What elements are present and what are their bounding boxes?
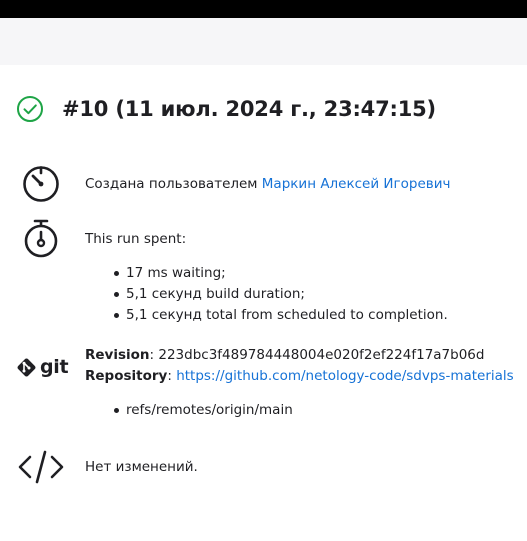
list-item: refs/remotes/origin/main bbox=[112, 400, 293, 421]
timer-icon bbox=[23, 166, 59, 202]
timing-list: 17 ms waiting; 5,1 секунд build duration… bbox=[112, 263, 448, 326]
build-heading: #10 (11 июл. 2024 г., 23:47:15) bbox=[16, 92, 436, 126]
user-link[interactable]: Маркин Алексей Игоревич bbox=[262, 176, 451, 192]
code-icon bbox=[18, 450, 64, 484]
check-circle-icon bbox=[17, 96, 43, 122]
breadcrumb-bar bbox=[0, 18, 527, 65]
branch-list: refs/remotes/origin/main bbox=[112, 400, 293, 421]
git-logo: git bbox=[16, 356, 69, 378]
top-bar bbox=[0, 0, 527, 18]
repository-line: Repository: https://github.com/netology-… bbox=[85, 366, 514, 386]
changes-text: Нет изменений. bbox=[85, 459, 198, 475]
timing-summary: This run spent: bbox=[85, 231, 187, 247]
repository-link[interactable]: https://github.com/netology-code/sdvps-m… bbox=[176, 368, 514, 384]
list-item: 5,1 секунд total from scheduled to compl… bbox=[112, 305, 448, 326]
revision-value: : 223dbc3f489784448004e020f2ef224f17a7b0… bbox=[149, 347, 485, 363]
page-title: #10 (11 июл. 2024 г., 23:47:15) bbox=[62, 97, 436, 121]
list-item: 17 ms waiting; bbox=[112, 263, 448, 284]
started-by-text: Создана пользователем Маркин Алексей Иго… bbox=[85, 174, 450, 194]
stopwatch-icon bbox=[24, 219, 58, 258]
repository-separator: : bbox=[167, 368, 177, 384]
revision-line: Revision: 223dbc3f489784448004e020f2ef22… bbox=[85, 345, 484, 365]
started-by-prefix: Создана пользователем bbox=[85, 176, 262, 192]
git-wordmark: git bbox=[40, 356, 69, 378]
revision-label: Revision bbox=[85, 347, 150, 363]
repository-label: Repository bbox=[85, 368, 168, 384]
list-item: 5,1 секунд build duration; bbox=[112, 284, 448, 305]
git-diamond-icon bbox=[17, 358, 36, 376]
